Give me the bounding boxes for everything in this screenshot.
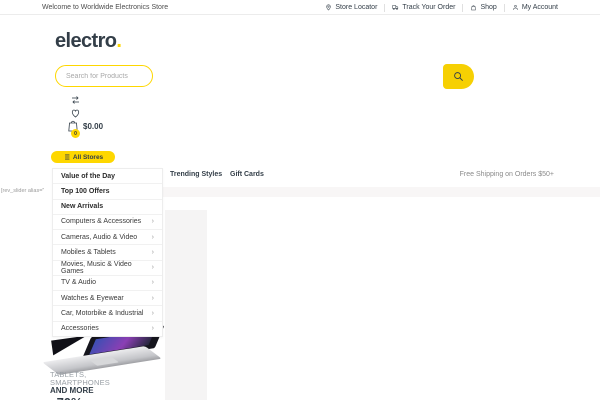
search-icon	[454, 72, 463, 81]
dept-item-mobiles-tablets[interactable]: Mobiles & Tablets ›	[53, 244, 162, 259]
dept-item-computers-accessories[interactable]: Computers & Accessories ›	[53, 213, 162, 229]
store-locator-label: Store Locator	[335, 4, 378, 11]
content-top-band	[163, 187, 600, 197]
dept-label: Mobiles & Tablets	[61, 248, 116, 256]
chevron-right-icon: ›	[151, 310, 154, 318]
cart-button[interactable]: 0 $0.00	[67, 119, 107, 141]
dept-label: New Arrivals	[61, 203, 104, 211]
all-stores-button[interactable]: All Stores	[51, 151, 115, 163]
promo-percent: 70%	[57, 395, 83, 400]
topbar: Welcome to Worldwide Electronics Store S…	[0, 0, 600, 15]
departments-menu: Value of the Day Top 100 Offers New Arri…	[52, 168, 163, 337]
dept-item-accessories[interactable]: Accessories ›	[53, 320, 162, 336]
dept-item-tv-audio[interactable]: TV & Audio ›	[53, 274, 162, 290]
dept-item-new-arrivals[interactable]: New Arrivals	[53, 198, 162, 214]
user-icon	[513, 4, 518, 10]
dept-item-movies-music-games[interactable]: Movies, Music & Video Games ›	[53, 259, 162, 275]
laptop-lid-shape	[51, 335, 89, 356]
shop-link[interactable]: Shop	[470, 4, 497, 11]
search-input[interactable]	[55, 65, 153, 87]
dept-item-value-of-the-day[interactable]: Value of the Day	[53, 169, 162, 183]
logo-dot: .	[116, 30, 122, 52]
topbar-divider	[462, 3, 464, 12]
broken-slider-shortcode-text: [rev_slider alias=”	[1, 188, 45, 194]
topbar-divider	[384, 3, 386, 12]
cart-total: $0.00	[83, 122, 104, 131]
dept-label: Movies, Music & Video Games	[61, 260, 132, 275]
shop-label: Shop	[480, 4, 497, 11]
dept-item-watches-eyewear[interactable]: Watches & Eyewear ›	[53, 290, 162, 305]
dept-label: Cameras, Audio & Video	[61, 233, 138, 241]
dept-label: Value of the Day	[61, 172, 116, 180]
my-account-label: My Account	[521, 4, 558, 11]
track-order-link[interactable]: Track Your Order	[392, 4, 455, 11]
dept-item-car-motorbike-industrial[interactable]: Car, Motorbike & Industrial ›	[53, 305, 162, 320]
map-marker-icon	[326, 4, 332, 11]
my-account-link[interactable]: My Account	[512, 4, 558, 11]
page: Welcome to Worldwide Electronics Store S…	[0, 0, 600, 400]
laptop-touchpad	[89, 356, 119, 366]
dept-label: Watches & Eyewear	[61, 294, 124, 302]
chevron-right-icon: ›	[151, 325, 154, 333]
track-order-label: Track Your Order	[402, 4, 456, 11]
topbar-links: Store Locator Track Your Order Shop My A…	[325, 0, 558, 15]
free-shipping-note: Free Shipping on Orders $50+	[459, 171, 554, 178]
welcome-text: Welcome to Worldwide Electronics Store	[42, 4, 169, 11]
search-button[interactable]	[443, 64, 474, 89]
truck-icon	[392, 5, 399, 10]
dept-label: Top 100 Offers	[61, 187, 110, 195]
dept-label: Accessories	[61, 325, 99, 333]
dept-label: TV & Audio	[61, 279, 97, 287]
chevron-right-icon: ›	[151, 264, 154, 272]
compare-icon	[72, 96, 79, 104]
dept-label: Car, Motorbike & Industrial	[61, 310, 144, 318]
dept-item-cameras-audio-video[interactable]: Cameras, Audio & Video ›	[53, 229, 162, 244]
heart-icon	[71, 109, 80, 118]
logo-text: electro	[55, 30, 117, 52]
nav-gift-cards[interactable]: Gift Cards	[230, 171, 264, 178]
promo-text-block: TABLETS, SMARTPHONES AND MORE	[50, 371, 110, 395]
all-stores-label: All Stores	[72, 153, 104, 161]
chevron-right-icon: ›	[151, 294, 154, 302]
topbar-divider	[503, 3, 505, 12]
dept-label: Computers & Accessories	[61, 218, 142, 226]
store-locator-link[interactable]: Store Locator	[325, 4, 377, 11]
chevron-right-icon: ›	[151, 233, 154, 241]
site-logo[interactable]: electro.	[55, 30, 122, 53]
shopping-bag-icon	[471, 5, 477, 11]
cart-count-badge: 0	[71, 129, 80, 138]
promo-devices-image	[42, 325, 173, 375]
list-icon	[63, 154, 70, 160]
chevron-right-icon: ›	[151, 248, 154, 256]
chevron-right-icon: ›	[151, 279, 154, 287]
dept-item-top-100-offers[interactable]: Top 100 Offers	[53, 183, 162, 198]
promo-discount: up70%	[50, 394, 83, 400]
nav-trending-styles[interactable]: Trending Styles	[170, 171, 222, 178]
chevron-right-icon: ›	[151, 218, 154, 226]
